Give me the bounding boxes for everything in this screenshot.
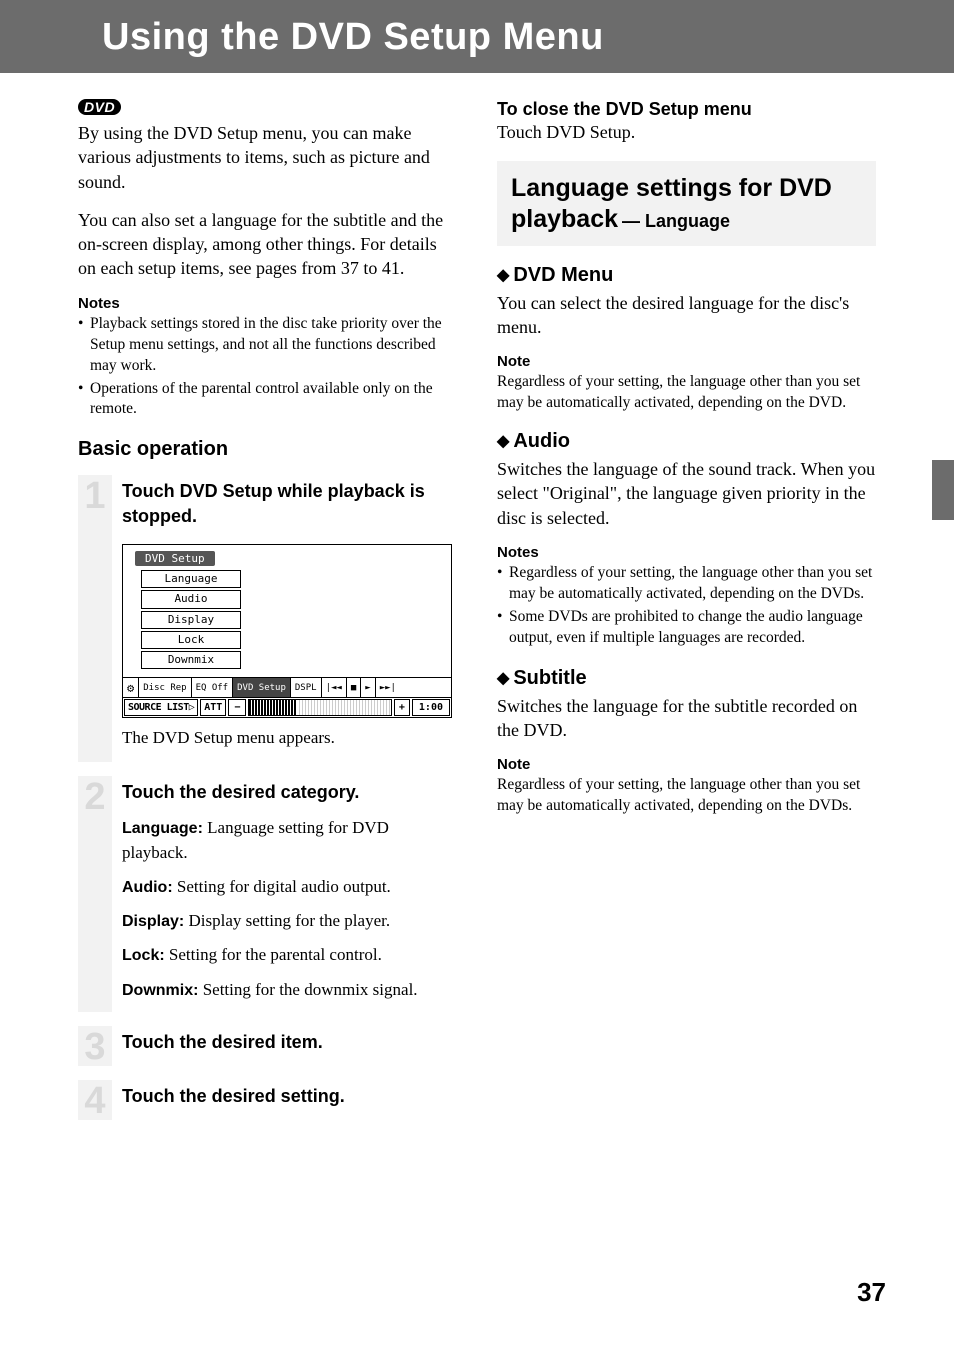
note-item: Operations of the parental control avail… (78, 379, 457, 421)
tb-disc-rep[interactable]: Disc Rep (139, 678, 191, 697)
note-item: Regardless of your setting, the language… (497, 563, 876, 605)
note-item: Playback settings stored in the disc tak… (78, 314, 457, 377)
menu-item-audio[interactable]: Audio (141, 590, 241, 608)
section-suffix: — Language (622, 211, 730, 231)
tb-next-icon[interactable]: ►►| (376, 678, 400, 697)
step-number: 1 (78, 475, 112, 538)
category-language: Language: Language setting for DVD playb… (122, 816, 457, 864)
gear-icon[interactable]: ⚙ (123, 678, 139, 697)
section-heading-box: Language settings for DVD playback — Lan… (497, 161, 876, 246)
step-number: 2 (78, 776, 112, 816)
notes-heading: Notes (497, 544, 876, 561)
close-menu-heading: To close the DVD Setup menu (497, 99, 876, 120)
notes-list: Playback settings stored in the disc tak… (78, 314, 457, 421)
audio-notes-list: Regardless of your setting, the language… (497, 563, 876, 649)
dvd-setup-diagram: DVD Setup Language Audio Display Lock Do… (122, 544, 452, 718)
intro-paragraph-1: By using the DVD Setup menu, you can mak… (78, 121, 457, 194)
tb-dspl[interactable]: DSPL (291, 678, 322, 697)
subtitle-body: Switches the language for the subtitle r… (497, 694, 876, 743)
step-3: 3 Touch the desired item. (78, 1026, 457, 1066)
step-bar (78, 538, 112, 762)
audio-heading: ◆Audio (497, 430, 876, 453)
volume-bar[interactable] (248, 699, 392, 716)
note-body: Regardless of your setting, the language… (497, 775, 876, 817)
dvd-badge-icon: DVD (78, 99, 121, 115)
step-2: 2 Touch the desired category. (78, 776, 457, 816)
subtitle-heading: ◆Subtitle (497, 667, 876, 690)
note-heading: Note (497, 353, 876, 370)
note-item: Some DVDs are prohibited to change the a… (497, 607, 876, 649)
step-1: 1 Touch DVD Setup while playback is stop… (78, 475, 457, 538)
menu-item-display[interactable]: Display (141, 611, 241, 629)
step-title: Touch the desired category. (122, 780, 457, 804)
step-number: 4 (78, 1080, 112, 1120)
step-bar (78, 816, 112, 1012)
step-title: Touch the desired setting. (122, 1084, 457, 1108)
tb-dvd-setup[interactable]: DVD Setup (233, 678, 291, 697)
page-title: Using the DVD Setup Menu (102, 16, 954, 59)
step-number: 3 (78, 1026, 112, 1066)
tb-play-icon[interactable]: ► (361, 678, 375, 697)
category-display: Display: Display setting for the player. (122, 909, 457, 933)
notes-heading: Notes (78, 295, 457, 312)
menu-item-lock[interactable]: Lock (141, 631, 241, 649)
step-title: Touch the desired item. (122, 1030, 457, 1054)
category-lock: Lock: Setting for the parental control. (122, 943, 457, 967)
tb-stop-icon[interactable]: ■ (347, 678, 361, 697)
tb-prev-icon[interactable]: |◄◄ (322, 678, 347, 697)
note-body: Regardless of your setting, the language… (497, 372, 876, 414)
dvd-menu-heading: ◆DVD Menu (497, 264, 876, 287)
step-1-content: DVD Setup Language Audio Display Lock Do… (78, 538, 457, 762)
side-tab (932, 460, 954, 520)
menu-item-downmix[interactable]: Downmix (141, 651, 241, 669)
right-column: To close the DVD Setup menu Touch DVD Se… (497, 99, 876, 1134)
volume-plus-button[interactable]: + (394, 699, 410, 716)
note-heading: Note (497, 756, 876, 773)
menu-item-language[interactable]: Language (141, 570, 241, 588)
category-downmix: Downmix: Setting for the downmix signal. (122, 978, 457, 1002)
step-2-content: Language: Language setting for DVD playb… (78, 816, 457, 1012)
diagram-caption: The DVD Setup menu appears. (122, 728, 457, 748)
att-button[interactable]: ATT (200, 699, 226, 716)
page-banner: Using the DVD Setup Menu (0, 0, 954, 73)
tb-eq-off[interactable]: EQ Off (192, 678, 234, 697)
volume-minus-button[interactable]: − (228, 699, 246, 716)
basic-operation-heading: Basic operation (78, 438, 457, 461)
category-audio: Audio: Setting for digital audio output. (122, 875, 457, 899)
dvd-menu-body: You can select the desired language for … (497, 291, 876, 340)
close-menu-text: Touch DVD Setup. (497, 122, 876, 143)
audio-body: Switches the language of the sound track… (497, 457, 876, 530)
source-list-button[interactable]: SOURCE LIST▷ (124, 699, 198, 716)
step-title: Touch DVD Setup while playback is stoppe… (122, 479, 457, 528)
clock-display: 1:00 (412, 699, 450, 716)
toolbar-row: ⚙ Disc Rep EQ Off DVD Setup DSPL |◄◄ ■ ►… (123, 677, 451, 697)
left-column: DVD By using the DVD Setup menu, you can… (78, 99, 457, 1134)
intro-paragraph-2: You can also set a language for the subt… (78, 208, 457, 281)
bottom-row: SOURCE LIST▷ ATT − + 1:00 (123, 697, 451, 717)
step-4: 4 Touch the desired setting. (78, 1080, 457, 1120)
diagram-title: DVD Setup (135, 551, 215, 566)
page-number: 37 (857, 1277, 886, 1308)
